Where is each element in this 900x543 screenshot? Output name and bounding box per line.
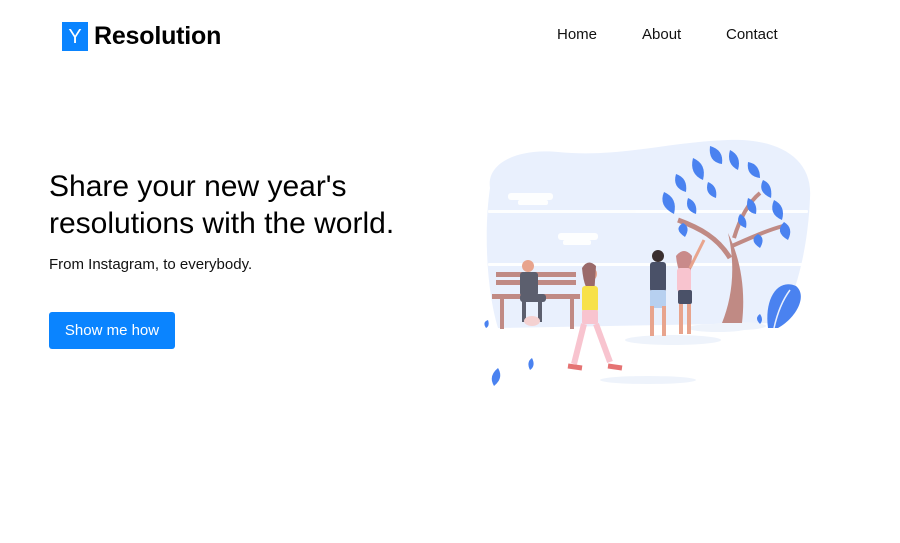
show-me-how-button[interactable]: Show me how	[49, 312, 175, 349]
brand-logo-link[interactable]: Y Resolution	[62, 22, 221, 51]
hero-title: Share your new year's resolutions with t…	[49, 170, 395, 240]
people-in-park-illustration	[484, 139, 811, 386]
navbar: Y Resolution Home About Contact	[0, 0, 900, 76]
nav-link-home[interactable]: Home	[557, 26, 597, 43]
hero-subtitle: From Instagram, to everybody.	[49, 256, 253, 273]
nav-link-contact[interactable]: Contact	[726, 26, 778, 43]
logo-icon: Y	[62, 22, 88, 51]
nav-link-about[interactable]: About	[642, 26, 681, 43]
brand-name: Resolution	[94, 22, 222, 50]
